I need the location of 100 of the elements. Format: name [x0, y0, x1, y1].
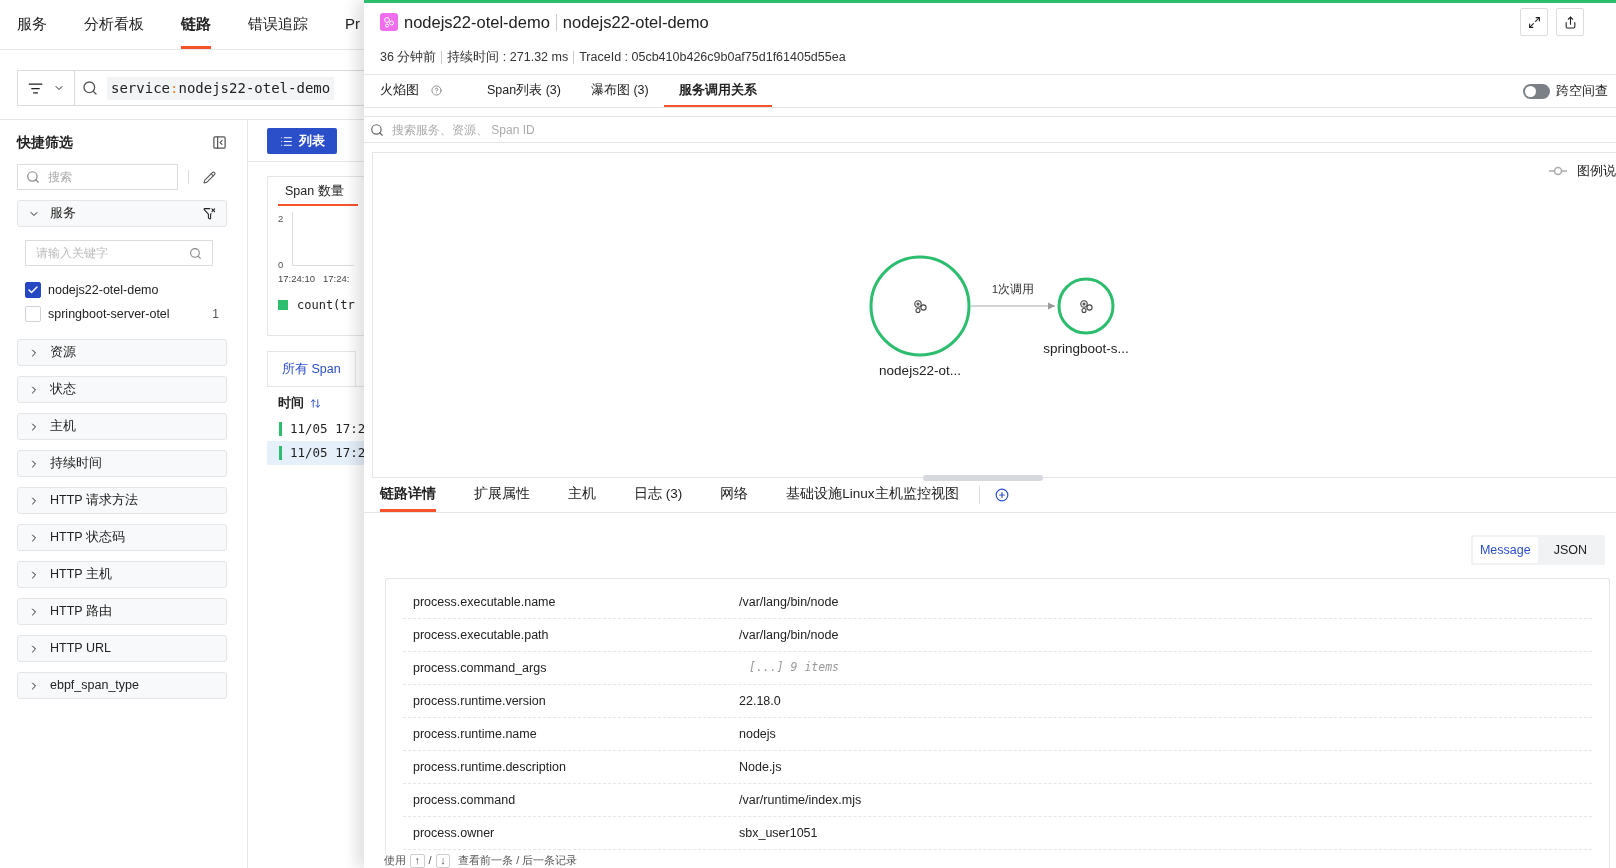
- filter-group[interactable]: HTTP URL: [17, 635, 227, 662]
- filter-group[interactable]: HTTP 路由: [17, 598, 227, 625]
- nav-tab[interactable]: 链路: [181, 0, 211, 49]
- axis-tick: 17:24:10: [278, 272, 315, 286]
- footer-text: 使用: [384, 852, 406, 868]
- search-field[interactable]: 搜索: [48, 168, 168, 186]
- detail-tab[interactable]: 链路详情: [380, 478, 436, 512]
- filter-group[interactable]: HTTP 状态码: [17, 524, 227, 551]
- filter-group[interactable]: 状态: [17, 376, 227, 403]
- filter-title: 快捷筛选: [17, 132, 73, 152]
- legend-swatch: [278, 300, 288, 311]
- search-box[interactable]: 搜索: [17, 164, 178, 190]
- key-hint: ↑: [410, 854, 425, 868]
- option-label: nodejs22-otel-demo: [48, 281, 160, 299]
- search-icon: [370, 122, 384, 137]
- cross-space-switch[interactable]: [1523, 83, 1550, 99]
- help-icon: [431, 84, 442, 96]
- gears-icon: [1080, 300, 1093, 314]
- detail-tab[interactable]: 日志 (3): [634, 478, 683, 512]
- attribute-value: Node.js: [739, 758, 782, 776]
- resource-name: nodejs22-otel-demo: [562, 11, 709, 33]
- legend-label: 图例说: [1577, 162, 1616, 180]
- edge-label: 1次调用: [991, 283, 1035, 295]
- attribute-key: process.owner: [403, 823, 739, 843]
- filter-group[interactable]: 服务: [17, 200, 227, 227]
- attribute-key: process.command: [403, 790, 739, 810]
- edit-icon[interactable]: [203, 170, 216, 184]
- gears-icon: [914, 300, 927, 314]
- detail-tab[interactable]: 网络: [720, 478, 749, 512]
- resize-handle[interactable]: [923, 475, 1043, 481]
- query-bar[interactable]: service:nodejs22-otel-demo: [17, 70, 364, 106]
- option-label: springboot-server-otel: [48, 305, 171, 323]
- search-icon: [26, 170, 40, 184]
- detail-tab[interactable]: 基础设施Linux主机监控视图: [786, 478, 959, 512]
- graph-search-box[interactable]: 搜索服务、资源、 Span ID: [364, 116, 1616, 143]
- fullscreen-button[interactable]: [1520, 8, 1548, 36]
- filter-group[interactable]: 主机: [17, 413, 227, 440]
- key-hint: ↓: [435, 854, 451, 868]
- view-toggle[interactable]: Message: [1472, 537, 1538, 563]
- filter-group[interactable]: 资源: [17, 339, 227, 366]
- detail-tab[interactable]: 主机: [568, 478, 596, 512]
- service-icon: [380, 13, 398, 31]
- share-button[interactable]: [1556, 8, 1584, 36]
- trace-tab[interactable]: Span列表 (3): [472, 75, 576, 107]
- nav-tab[interactable]: 错误追踪: [248, 0, 308, 49]
- trace-meta: TraceId : 05cb410b426c9b0af75d1f61405d55ea: [579, 49, 846, 67]
- attribute-key: process.executable.name: [403, 592, 739, 612]
- keyword-field[interactable]: 请输入关键字: [36, 244, 189, 262]
- filter-icon[interactable]: [27, 80, 43, 96]
- search-icon: [82, 80, 98, 96]
- search-icon[interactable]: [189, 246, 202, 260]
- keyword-box[interactable]: 请输入关键字: [25, 240, 213, 266]
- filter-group[interactable]: 持续时间: [17, 450, 227, 477]
- chart-tab[interactable]: Span 数量: [278, 179, 358, 206]
- query-text: service:nodejs22-otel-demo: [107, 76, 335, 100]
- nav-tab[interactable]: 分析看板: [84, 0, 144, 49]
- attribute-value: sbx_user1051: [739, 824, 818, 842]
- list-icon: [279, 134, 293, 148]
- span-tab[interactable]: 所有 Span: [267, 351, 356, 386]
- clear-filter-icon[interactable]: [203, 207, 216, 220]
- nav-tab[interactable]: Pr: [345, 0, 360, 49]
- attribute-value: /var/lang/bin/node: [739, 593, 839, 611]
- trace-meta: 持续时间 : 271.32 ms: [447, 49, 569, 67]
- trace-tab[interactable]: 火焰图: [380, 75, 472, 107]
- footer-text: /: [428, 852, 432, 868]
- checkbox[interactable]: [25, 282, 41, 298]
- option-count: 1: [212, 306, 219, 323]
- graph-search-field[interactable]: 搜索服务、资源、 Span ID: [392, 120, 1616, 139]
- view-toggle[interactable]: JSON: [1537, 537, 1603, 563]
- filter-group[interactable]: HTTP 主机: [17, 561, 227, 588]
- trace-tab[interactable]: 瀑布图 (3): [575, 75, 664, 107]
- axis-tick: 0: [278, 257, 285, 272]
- attribute-key: process.runtime.description: [403, 757, 739, 777]
- service-node[interactable]: [1057, 277, 1115, 335]
- attribute-key: process.runtime.version: [403, 691, 739, 711]
- attribute-key: process.executable.path: [403, 625, 739, 645]
- attribute-value: 22.18.0: [739, 692, 781, 710]
- chart-plot: [292, 212, 354, 266]
- attribute-value: /var/runtime/index.mjs: [739, 791, 862, 809]
- attribute-value: nodejs: [739, 725, 776, 743]
- axis-tick: 17:24:: [323, 272, 350, 286]
- collapse-icon[interactable]: [212, 134, 227, 150]
- footer-text: 查看前一条 / 后一条记录: [458, 852, 578, 868]
- fullscreen-icon: [1527, 15, 1541, 29]
- filter-group[interactable]: ebpf_span_type: [17, 672, 227, 699]
- add-tab-icon[interactable]: [994, 488, 1009, 502]
- list-view-button[interactable]: 列表: [267, 128, 337, 154]
- column-header: 时间: [278, 395, 304, 413]
- filter-group[interactable]: HTTP 请求方法: [17, 487, 227, 514]
- attribute-value: /var/lang/bin/node: [739, 626, 839, 644]
- service-node[interactable]: [869, 255, 971, 357]
- nav-tab[interactable]: 服务: [17, 0, 47, 49]
- trace-tab[interactable]: 服务调用关系: [663, 75, 772, 107]
- legend-label: count(tr: [297, 297, 355, 315]
- cross-space-label: 跨空间查: [1556, 82, 1608, 100]
- service-name: nodejs22-otel-demo: [404, 11, 550, 33]
- attribute-key: process.runtime.name: [403, 724, 739, 744]
- attribute-key: process.command_args: [403, 658, 739, 678]
- detail-tab[interactable]: 扩展属性: [474, 478, 530, 512]
- sort-icon[interactable]: [310, 398, 321, 409]
